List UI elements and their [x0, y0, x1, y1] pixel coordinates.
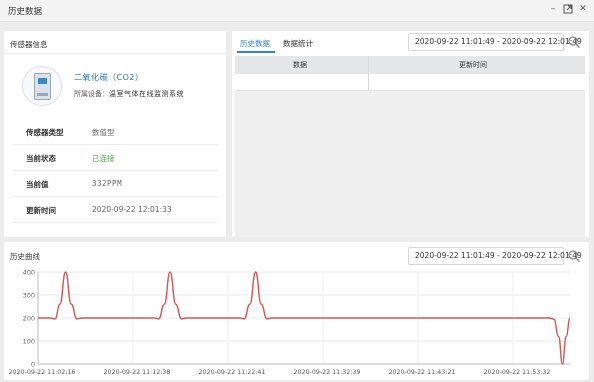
y-tick-label: 400: [23, 269, 35, 277]
device-owner-label: 所属设备：: [74, 90, 109, 98]
info-label: 传感器类型: [26, 128, 64, 137]
search-icon[interactable]: [567, 35, 581, 49]
status-value: 已连接: [92, 154, 115, 163]
info-label: 更新时间: [26, 206, 56, 215]
sensor-panel-title: 传感器信息: [10, 40, 48, 49]
device-owner-value: 温室气体在线监测系统: [109, 90, 184, 98]
x-tick-label: 2020-09-22 11:12:38: [104, 369, 171, 376]
device-name[interactable]: 二氧化碳（CO2）: [74, 72, 143, 83]
history-tabs: 历史数据 数据统计: [232, 31, 352, 54]
divider: [4, 53, 226, 54]
maximize-icon[interactable]: [563, 4, 573, 14]
sensor-info-panel: 传感器信息 二氧化碳（CO2） 所属设备：温室气体在线监测系统 传感器类型 数值…: [4, 31, 226, 237]
table-empty-row: [235, 74, 585, 91]
x-tick-label: 2020-09-22 11:32:39: [294, 369, 361, 376]
current-value: 332PPM: [92, 179, 123, 188]
info-row-status: 当前状态 已连接: [12, 145, 218, 171]
y-tick-label: 0: [31, 361, 35, 369]
x-tick-label: 2020-09-22 11:02:16: [9, 369, 76, 376]
series-line: [37, 271, 571, 365]
column-header-data[interactable]: 数据: [293, 60, 307, 70]
close-icon[interactable]: ✕: [578, 4, 588, 14]
x-tick-label: 2020-09-22 11:22:41: [199, 369, 266, 376]
info-row-updated: 更新时间 2020-09-22 12:01:33: [12, 197, 218, 223]
info-row-type: 传感器类型 数值型: [12, 119, 218, 145]
updated-value: 2020-09-22 12:01:33: [92, 205, 172, 214]
tab-data-statistics[interactable]: 数据统计: [283, 38, 313, 49]
history-curve-panel: 历史曲线 2020-09-22 11:01:49 - 2020-09-22 12…: [4, 242, 589, 380]
x-tick-label: 2020-09-22 11:53:32: [484, 369, 551, 376]
y-tick-label: 200: [23, 315, 35, 323]
tab-history-data[interactable]: 历史数据: [240, 38, 270, 49]
history-data-panel: 历史数据 数据统计 2020-09-22 11:01:49 - 2020-09-…: [232, 31, 589, 237]
active-tab-indicator: [237, 51, 275, 53]
window-title: 历史数据: [8, 7, 43, 17]
y-tick-label: 100: [23, 338, 35, 346]
window-titlebar: 历史数据 – ✕: [0, 0, 594, 22]
info-row-current: 当前值 332PPM: [12, 171, 218, 197]
device-image-icon: [22, 66, 62, 106]
info-value: 数值型: [92, 128, 115, 137]
column-divider: [368, 56, 369, 91]
table-header: 数据 更新时间: [235, 56, 585, 74]
window-controls: – ✕: [548, 4, 588, 14]
history-line-chart: 0 100 200 300 400 2020-09-22 11:02:16 2020-09-…: [9, 269, 571, 376]
info-label: 当前值: [26, 180, 49, 189]
minimize-icon[interactable]: –: [548, 4, 558, 14]
info-label: 当前状态: [26, 154, 56, 163]
y-tick-label: 300: [23, 292, 35, 300]
device-owner: 所属设备：温室气体在线监测系统: [74, 89, 184, 99]
history-table: 数据 更新时间: [235, 56, 585, 237]
x-tick-label: 2020-09-22 11:43:21: [389, 369, 456, 376]
history-range-input[interactable]: 2020-09-22 11:01:49 - 2020-09-22 12:01:4…: [408, 33, 582, 51]
history-range-text: 2020-09-22 11:01:49 - 2020-09-22 12:01:4…: [415, 37, 582, 46]
column-header-update-time[interactable]: 更新时间: [459, 60, 487, 70]
